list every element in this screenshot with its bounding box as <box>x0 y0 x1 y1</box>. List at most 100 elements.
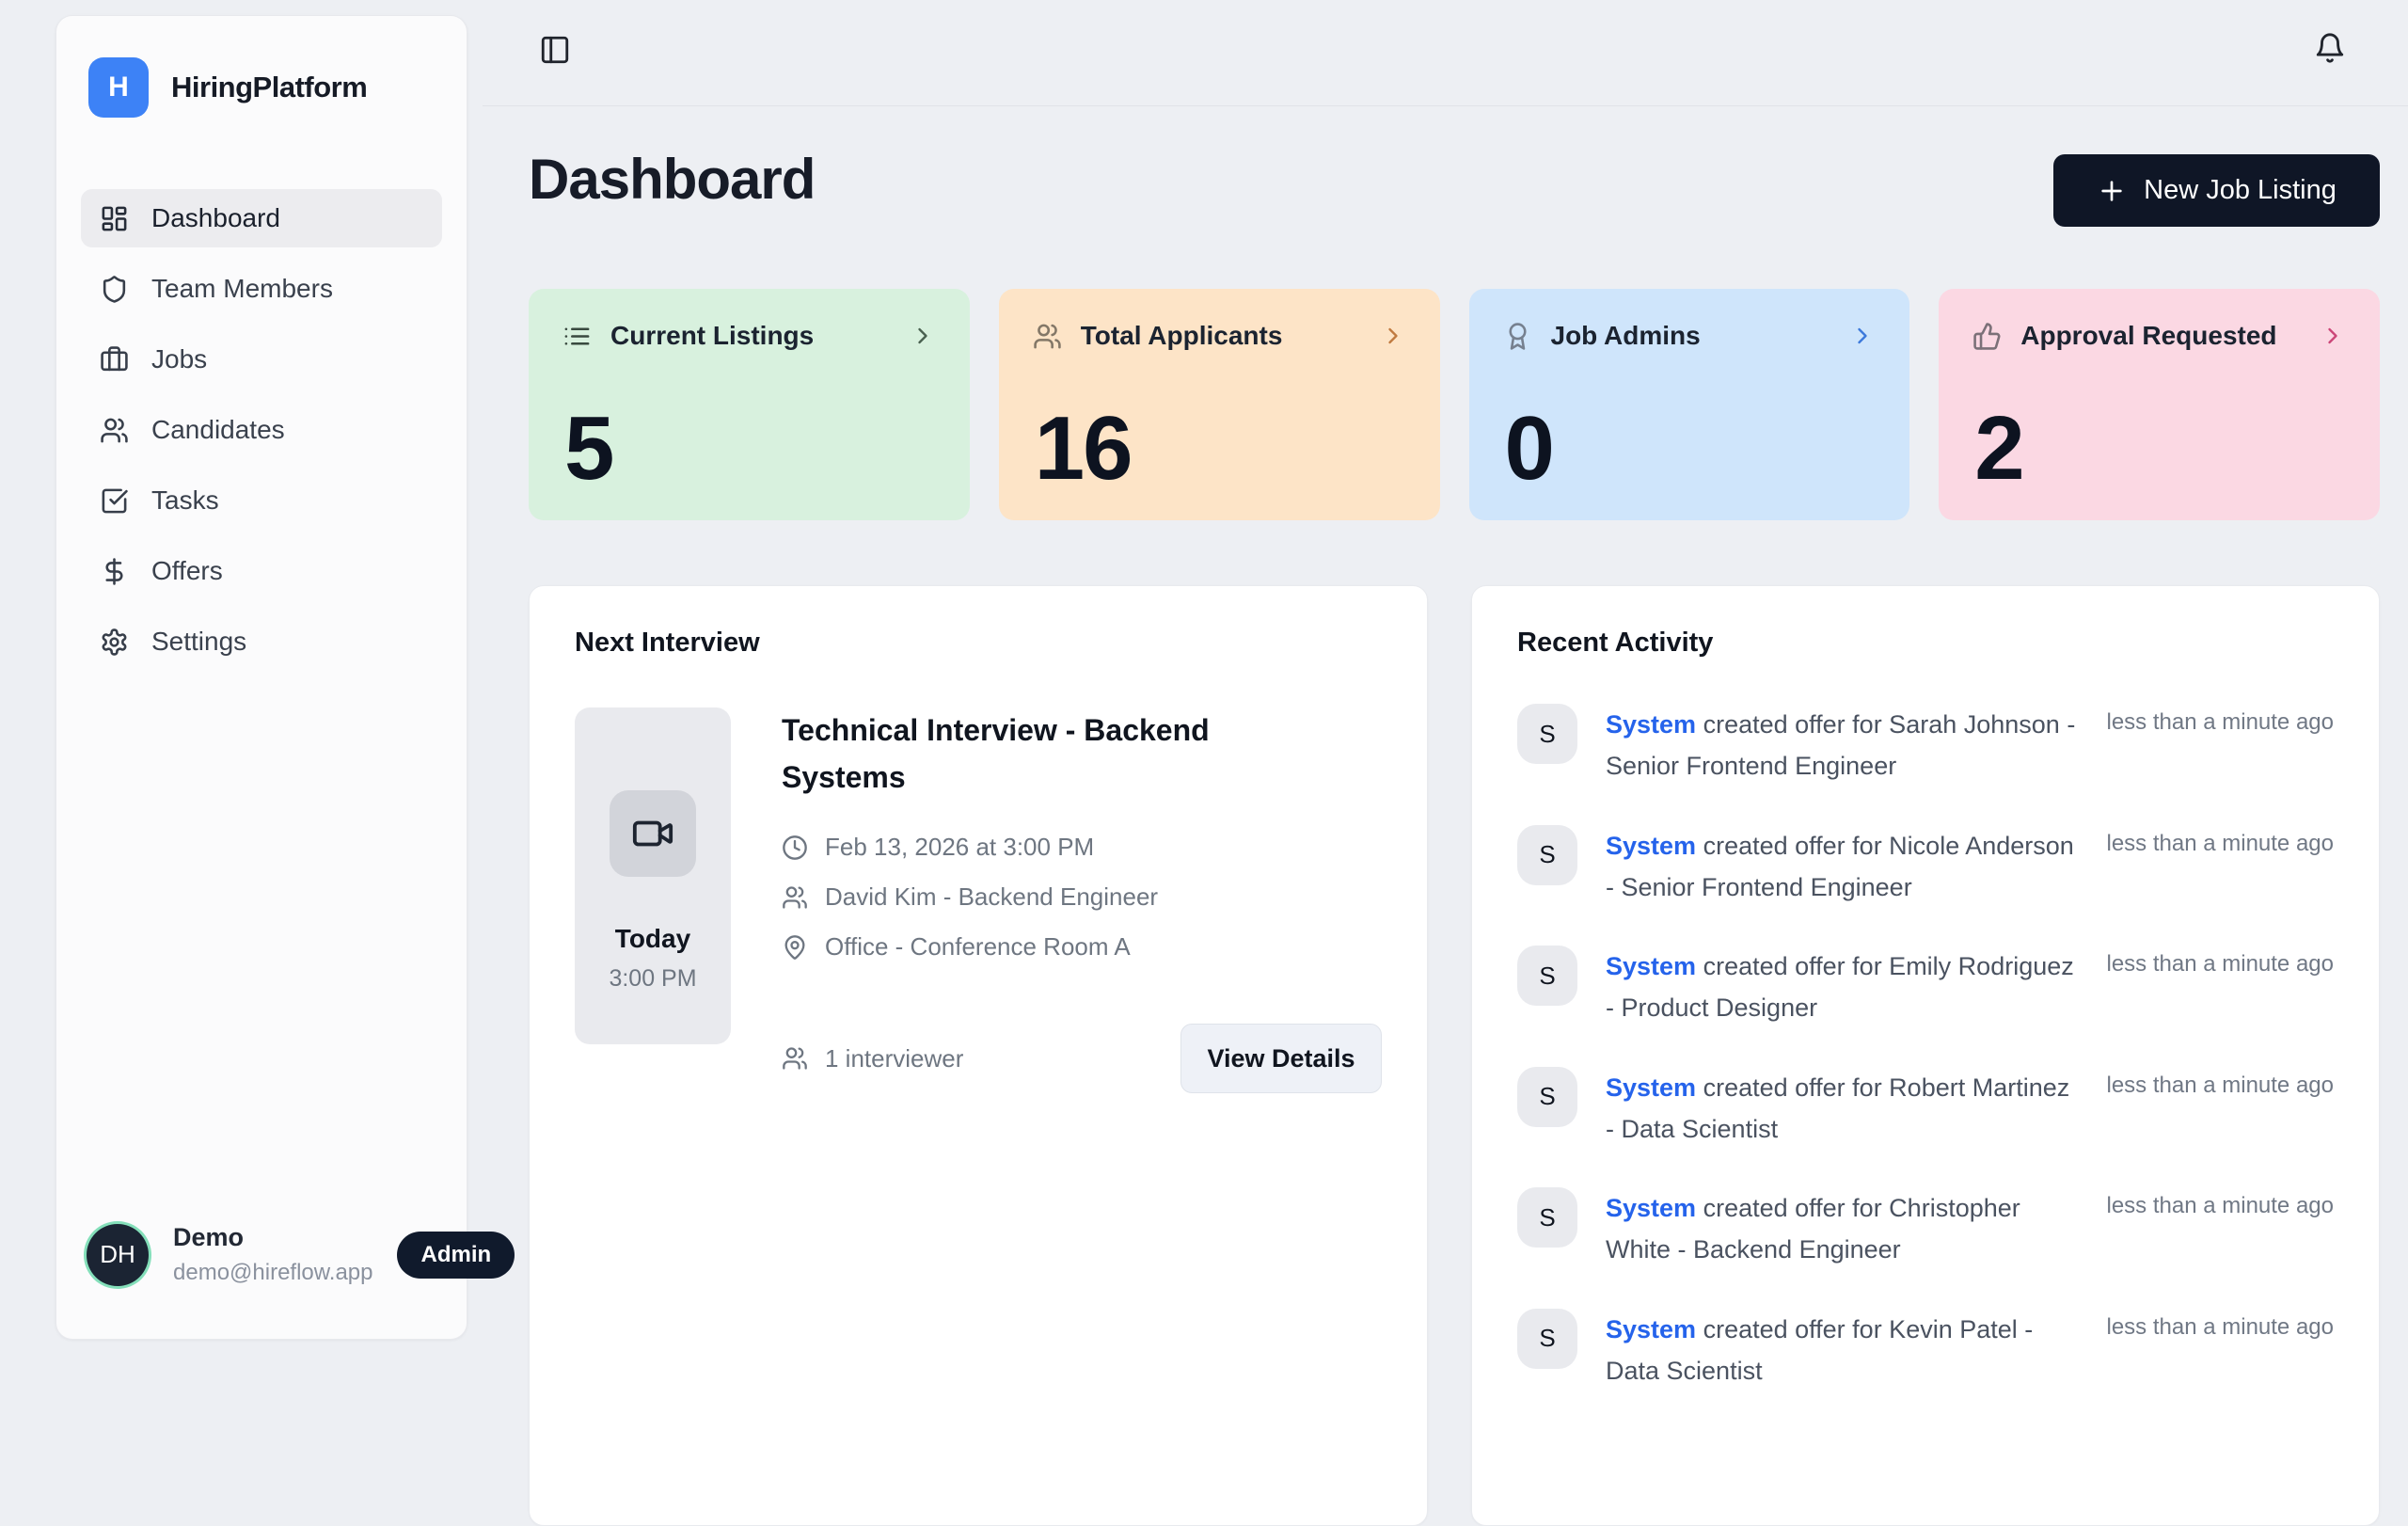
chevron-right-icon <box>2320 323 2346 349</box>
users-icon <box>782 884 808 911</box>
thumbs-up-icon <box>1972 322 2002 351</box>
activity-avatar: S <box>1517 1187 1577 1248</box>
sidebar-item-settings[interactable]: Settings <box>81 612 442 671</box>
activity-actor-link[interactable]: System <box>1606 1194 1696 1222</box>
activity-timestamp: less than a minute ago <box>2107 825 2335 857</box>
view-details-button[interactable]: View Details <box>1180 1024 1382 1093</box>
panel-left-icon <box>539 34 571 66</box>
activity-actor-link[interactable]: System <box>1606 710 1696 739</box>
sidebar-item-label: Team Members <box>151 274 333 304</box>
stats-row: Current Listings 5 Total Applicants 16 J… <box>529 289 2380 520</box>
activity-actor-link[interactable]: System <box>1606 952 1696 980</box>
activity-avatar: S <box>1517 825 1577 885</box>
activity-item: S System created offer for Christopher W… <box>1517 1187 2334 1271</box>
activity-actor-link[interactable]: System <box>1606 1315 1696 1343</box>
sidebar-item-label: Settings <box>151 627 246 657</box>
new-job-listing-button[interactable]: New Job Listing <box>2053 154 2380 227</box>
stat-value: 16 <box>1035 404 1132 494</box>
page-title: Dashboard <box>529 147 815 212</box>
topbar-divider <box>483 105 2408 106</box>
sidebar-item-label: Tasks <box>151 485 219 516</box>
interview-datetime: Feb 13, 2026 at 3:00 PM <box>825 833 1094 862</box>
bell-icon <box>2314 32 2346 64</box>
recent-activity-panel: Recent Activity S System created offer f… <box>1471 585 2380 1526</box>
activity-text: System created offer for Nicole Anderson… <box>1606 825 2079 909</box>
activity-timestamp: less than a minute ago <box>2107 1067 2335 1099</box>
activity-avatar: S <box>1517 704 1577 764</box>
stat-card-job-admins[interactable]: Job Admins 0 <box>1469 289 1910 520</box>
activity-text: System created offer for Emily Rodriguez… <box>1606 946 2079 1029</box>
interviewer-count-row: 1 interviewer <box>782 1044 963 1073</box>
interview-interviewer: David Kim - Backend Engineer <box>825 882 1158 912</box>
stat-card-total-applicants[interactable]: Total Applicants 16 <box>999 289 1440 520</box>
users-icon <box>782 1045 808 1072</box>
user-email: demo@hireflow.app <box>173 1260 372 1286</box>
activity-actor-link[interactable]: System <box>1606 1073 1696 1102</box>
interview-time-label: 3:00 PM <box>609 965 696 993</box>
sidebar-item-label: Offers <box>151 556 223 586</box>
interview-date-tile: Today 3:00 PM <box>575 707 731 1044</box>
stat-card-approval-requested[interactable]: Approval Requested 2 <box>1939 289 2380 520</box>
next-interview-panel: Next Interview Today 3:00 PM Technical I… <box>529 585 1428 1526</box>
clock-icon <box>782 835 808 861</box>
sidebar-nav: Dashboard Team Members Jobs Candidates T… <box>81 189 442 671</box>
dollar-icon <box>100 557 129 586</box>
stat-value: 0 <box>1505 404 1553 494</box>
activity-actor-link[interactable]: System <box>1606 832 1696 860</box>
activity-timestamp: less than a minute ago <box>2107 946 2335 978</box>
sidebar-item-label: Dashboard <box>151 203 280 233</box>
stat-value: 5 <box>564 404 612 494</box>
activity-avatar: S <box>1517 1067 1577 1127</box>
sidebar-item-jobs[interactable]: Jobs <box>81 330 442 389</box>
activity-text: System created offer for Robert Martinez… <box>1606 1067 2079 1151</box>
sidebar-item-tasks[interactable]: Tasks <box>81 471 442 530</box>
notifications-button[interactable] <box>2314 32 2346 64</box>
user-identity: Demo demo@hireflow.app <box>173 1223 372 1286</box>
sidebar: H HiringPlatform Dashboard Team Members … <box>55 15 467 1340</box>
activity-text: System created offer for Kevin Patel - D… <box>1606 1309 2079 1392</box>
role-badge: Admin <box>397 1232 515 1279</box>
activity-item: S System created offer for Kevin Patel -… <box>1517 1309 2334 1392</box>
sidebar-item-candidates[interactable]: Candidates <box>81 401 442 459</box>
video-camera-icon <box>610 790 696 877</box>
activity-timestamp: less than a minute ago <box>2107 1187 2335 1219</box>
map-pin-icon <box>782 934 808 961</box>
activity-item: S System created offer for Nicole Anders… <box>1517 825 2334 909</box>
interview-location: Office - Conference Room A <box>825 932 1131 962</box>
layout-dashboard-icon <box>100 204 129 233</box>
next-interview-title: Next Interview <box>575 628 1382 659</box>
sidebar-item-team-members[interactable]: Team Members <box>81 260 442 318</box>
brand-name: HiringPlatform <box>171 71 367 104</box>
stat-value: 2 <box>1974 404 2022 494</box>
activity-timestamp: less than a minute ago <box>2107 704 2335 736</box>
interview-title: Technical Interview - Backend Systems <box>782 707 1243 801</box>
avatar: DH <box>87 1224 149 1286</box>
list-icon <box>562 322 592 351</box>
activity-timestamp: less than a minute ago <box>2107 1309 2335 1341</box>
activity-item: S System created offer for Sarah Johnson… <box>1517 704 2334 787</box>
activity-item: S System created offer for Emily Rodrigu… <box>1517 946 2334 1029</box>
sidebar-toggle-button[interactable] <box>539 34 571 66</box>
activity-text: System created offer for Sarah Johnson -… <box>1606 704 2079 787</box>
users-icon <box>1033 322 1062 351</box>
recent-activity-title: Recent Activity <box>1517 628 2334 659</box>
interview-day-label: Today <box>615 924 690 954</box>
sidebar-item-label: Candidates <box>151 415 285 445</box>
new-job-listing-label: New Job Listing <box>2144 175 2337 206</box>
users-icon <box>100 416 129 445</box>
sidebar-item-dashboard[interactable]: Dashboard <box>81 189 442 247</box>
sidebar-item-label: Jobs <box>151 344 207 374</box>
activity-avatar: S <box>1517 1309 1577 1369</box>
user-name: Demo <box>173 1223 372 1252</box>
stat-label: Job Admins <box>1551 321 1701 351</box>
stat-card-current-listings[interactable]: Current Listings 5 <box>529 289 970 520</box>
content-columns: Next Interview Today 3:00 PM Technical I… <box>529 585 2380 1526</box>
chevron-right-icon <box>1380 323 1406 349</box>
chevron-right-icon <box>910 323 936 349</box>
user-profile[interactable]: DH Demo demo@hireflow.app Admin <box>81 1223 442 1339</box>
sidebar-item-offers[interactable]: Offers <box>81 542 442 600</box>
activity-item: S System created offer for Robert Martin… <box>1517 1067 2334 1151</box>
interview-datetime-row: Feb 13, 2026 at 3:00 PM <box>782 833 1382 862</box>
stat-label: Current Listings <box>610 321 814 351</box>
brand-header: H HiringPlatform <box>81 16 442 118</box>
